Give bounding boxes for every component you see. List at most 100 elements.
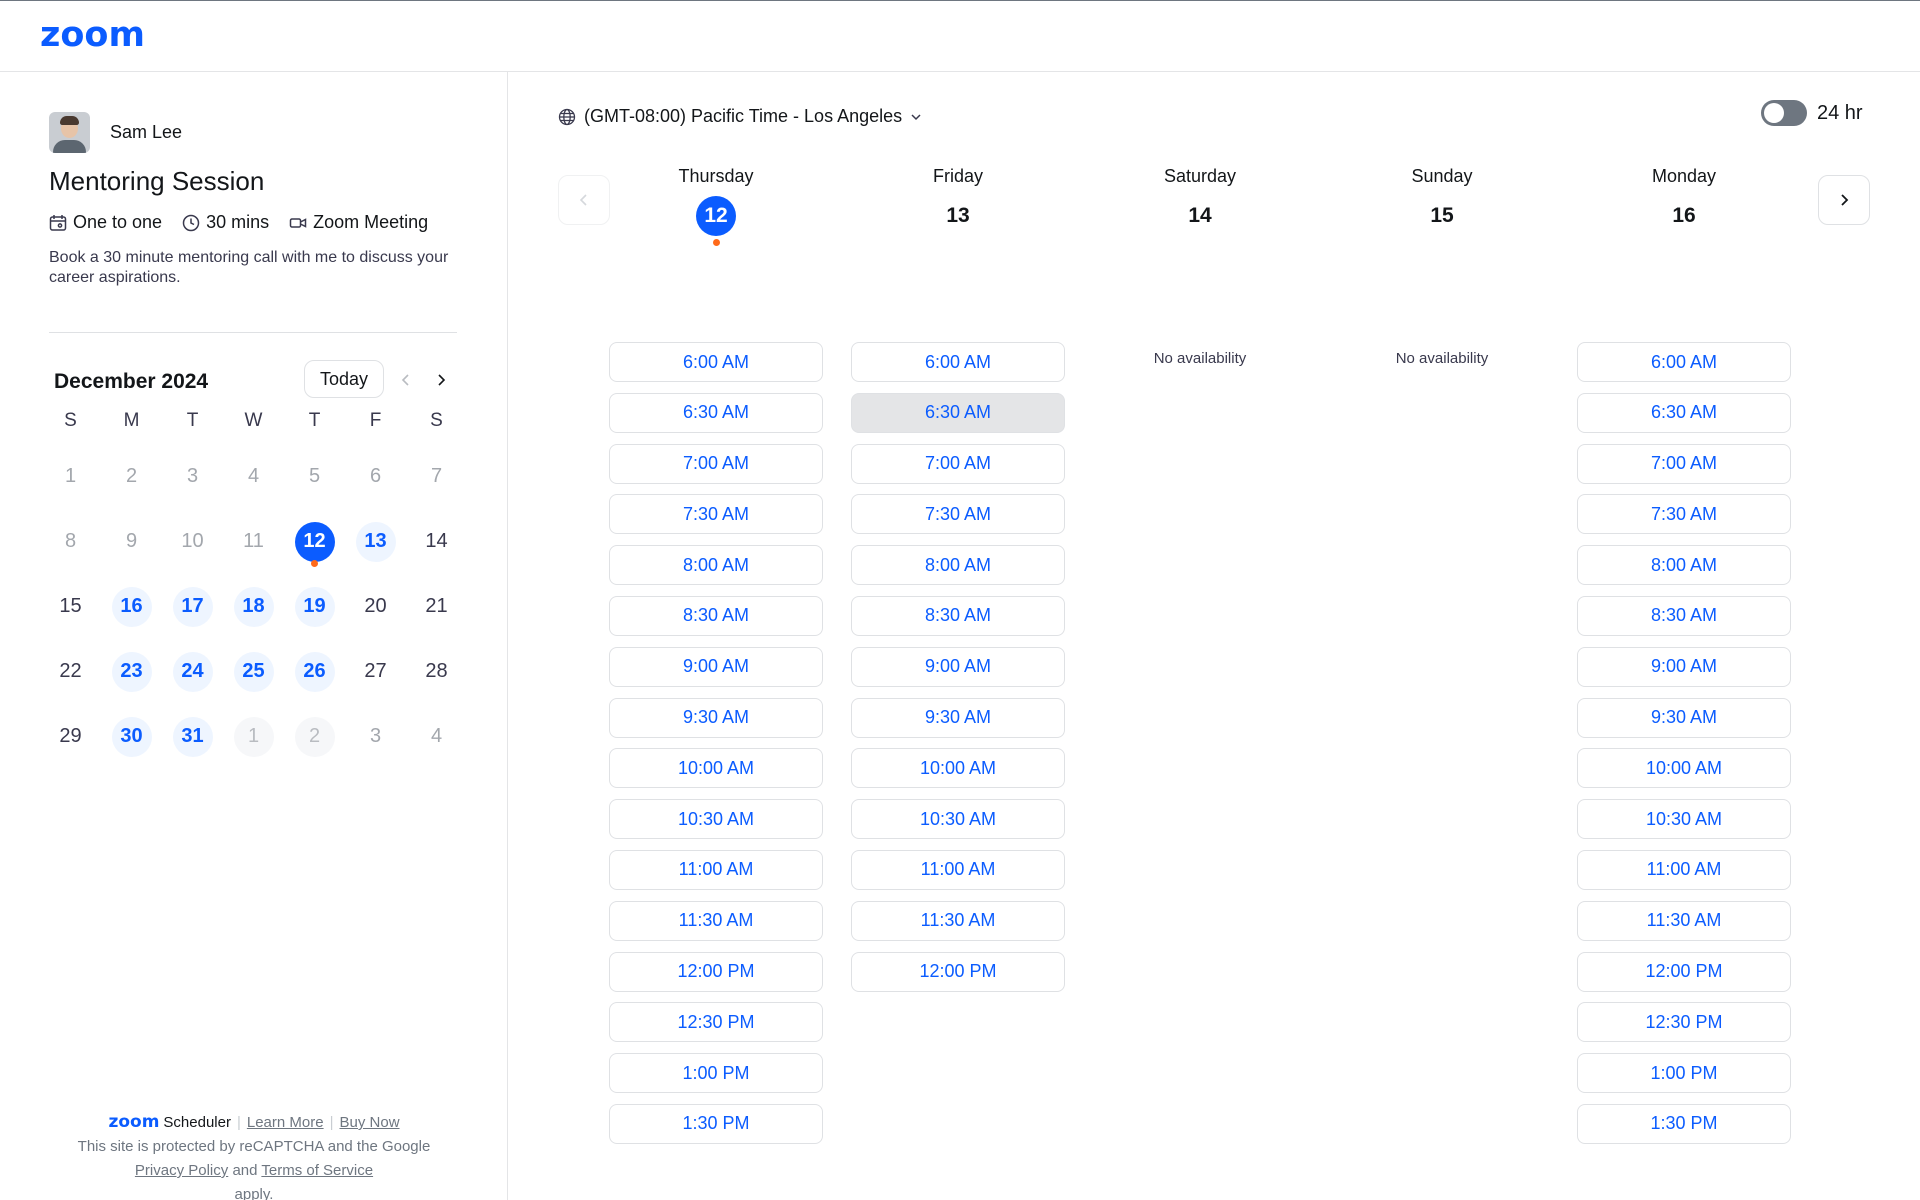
time-slot-button[interactable]: 7:00 AM (851, 443, 1065, 484)
terms-of-service-link[interactable]: Terms of Service (261, 1162, 373, 1179)
calendar-day: 20 (345, 574, 406, 639)
time-slot-button[interactable]: 9:00 AM (1577, 646, 1791, 687)
calendar-day[interactable]: 19 (284, 574, 345, 639)
time-slot-button[interactable]: 7:30 AM (851, 494, 1065, 535)
today-button[interactable]: Today (304, 360, 384, 398)
weekday-label: W (244, 410, 263, 431)
calendar-day[interactable]: 26 (284, 639, 345, 704)
time-slot-button[interactable]: 7:30 AM (1577, 494, 1791, 535)
learn-more-link[interactable]: Learn More (247, 1111, 324, 1135)
time-slot-panel: (GMT-08:00) Pacific Time - Los Angeles 2… (509, 72, 1920, 1200)
24hr-toggle[interactable] (1761, 100, 1807, 126)
time-slot-button[interactable]: 7:00 AM (1577, 443, 1791, 484)
time-slot-button[interactable]: 7:30 AM (609, 494, 823, 535)
next-days-button[interactable] (1818, 175, 1870, 225)
time-slot-button[interactable]: 1:30 PM (609, 1103, 823, 1144)
calendar-day-label: 29 (59, 725, 82, 747)
time-slot-button[interactable]: 6:30 AM (1577, 392, 1791, 433)
and-text: and (232, 1162, 258, 1179)
time-slot-button[interactable]: 11:30 AM (609, 900, 823, 941)
time-slot-button[interactable]: 8:30 AM (851, 595, 1065, 636)
day-name: Sunday (1411, 166, 1473, 186)
time-slot-button[interactable]: 10:30 AM (609, 799, 823, 840)
calendar-day-label: 2 (294, 716, 335, 757)
time-slot-button[interactable]: 8:00 AM (851, 545, 1065, 586)
day-column-friday: Friday 13 6:00 AM 6:30 AM 7:00 AM 7:30 AM 8:00… (851, 166, 1065, 992)
time-slot-button[interactable]: 6:30 AM (609, 392, 823, 433)
time-slot-button[interactable]: 10:00 AM (851, 748, 1065, 789)
time-slot-button[interactable]: 12:00 PM (851, 951, 1065, 992)
calendar-day-label: 3 (369, 725, 382, 747)
time-slot-button[interactable]: 11:00 AM (1577, 849, 1791, 890)
calendar-day[interactable]: 24 (162, 639, 223, 704)
time-slot-button[interactable]: 1:00 PM (1577, 1053, 1791, 1094)
today-indicator-dot (712, 239, 720, 246)
time-slot-button[interactable]: 9:00 AM (851, 646, 1065, 687)
time-slot-button[interactable]: 12:30 PM (1577, 1002, 1791, 1043)
time-slot-button[interactable]: 6:00 AM (851, 342, 1065, 382)
time-slot-button[interactable]: 8:00 AM (609, 545, 823, 586)
event-title: Mentoring Session (49, 166, 265, 196)
calendar-day[interactable]: 30 (101, 704, 162, 769)
time-slot-button[interactable]: 8:30 AM (1577, 595, 1791, 636)
globe-icon (558, 108, 576, 125)
calendar-day[interactable]: 25 (223, 639, 284, 704)
zoom-logo[interactable]: zoom (40, 15, 145, 55)
time-slot-button[interactable]: 9:30 AM (609, 697, 823, 738)
time-slot-button[interactable]: 9:30 AM (1577, 697, 1791, 738)
prev-days-button[interactable] (558, 175, 610, 225)
time-slot-button[interactable]: 8:00 AM (1577, 545, 1791, 586)
calendar-day: 10 (162, 509, 223, 574)
calendar-day-label: 18 (233, 586, 274, 627)
next-month-button[interactable] (429, 368, 453, 392)
calendar-day[interactable]: 23 (101, 639, 162, 704)
time-slot-button[interactable]: 10:00 AM (609, 748, 823, 789)
event-description: Book a 30 minute mentoring call with me … (49, 249, 449, 286)
calendar-day[interactable]: 17 (162, 574, 223, 639)
time-slot-button[interactable]: 11:00 AM (851, 849, 1065, 890)
time-slot-list: 6:00 AM 6:30 AM 7:00 AM 7:30 AM 8:00 AM 8:30 … (609, 342, 823, 1155)
day-name: Thursday (678, 166, 754, 186)
time-slot-button[interactable]: 12:00 PM (609, 951, 823, 992)
calendar-day-label: 9 (125, 530, 138, 552)
time-slot-button[interactable]: 6:00 AM (609, 342, 823, 382)
time-slot-button[interactable]: 11:00 AM (609, 849, 823, 890)
time-slot-button[interactable]: 1:00 PM (609, 1053, 823, 1094)
weekday-header: S M T W T F S (40, 410, 468, 432)
time-slot-button[interactable]: 10:30 AM (851, 799, 1065, 840)
time-slot-button[interactable]: 9:00 AM (609, 646, 823, 687)
time-slot-button[interactable]: 12:00 PM (1577, 951, 1791, 992)
time-slot-button[interactable]: 8:30 AM (609, 595, 823, 636)
calendar-day[interactable]: 31 (162, 704, 223, 769)
calendar-day-label: 1 (64, 465, 77, 487)
calendar-day: 14 (406, 509, 467, 574)
calendar-day[interactable]: 12 (284, 509, 345, 574)
day-column-thursday: Thursday 12 6:00 AM 6:30 AM 7:00 AM 7:30 AM 8:… (609, 166, 823, 1144)
day-column-header: Friday 13 (851, 166, 1065, 236)
time-slot-button[interactable]: 11:30 AM (851, 900, 1065, 941)
time-slot-button[interactable]: 6:00 AM (1577, 342, 1791, 382)
time-slot-button[interactable]: 10:30 AM (1577, 799, 1791, 840)
event-duration-label: 30 mins (206, 212, 270, 232)
calendar-day: 5 (284, 444, 345, 509)
time-slot-button[interactable]: 12:30 PM (609, 1002, 823, 1043)
privacy-policy-link[interactable]: Privacy Policy (135, 1162, 228, 1179)
calendar-day[interactable]: 18 (223, 574, 284, 639)
calendar-month: December 2024 (54, 370, 209, 393)
calendar-day-label: 17 (172, 586, 213, 627)
day-name: Monday (1651, 166, 1717, 186)
time-slot-button[interactable]: 7:00 AM (609, 443, 823, 484)
buy-now-link[interactable]: Buy Now (340, 1111, 400, 1135)
calendar-grid: 1 2 3 4 5 6 7 8 9 10 11 12 13 14 15 16 17 18 19 20 21 22 23 24 2… (40, 444, 468, 769)
prev-month-button[interactable] (394, 368, 418, 392)
calendar-day-label: 15 (59, 595, 82, 617)
time-slot-button[interactable]: 1:30 PM (1577, 1103, 1791, 1144)
time-slot-button[interactable]: 10:00 AM (1577, 748, 1791, 789)
time-slot-button[interactable]: 9:30 AM (851, 697, 1065, 738)
time-slot-button[interactable]: 6:30 AM (851, 392, 1065, 433)
calendar-day[interactable]: 16 (101, 574, 162, 639)
video-camera-icon (289, 217, 307, 228)
timezone-selector[interactable]: (GMT-08:00) Pacific Time - Los Angeles (558, 106, 922, 127)
calendar-day[interactable]: 13 (345, 509, 406, 574)
time-slot-button[interactable]: 11:30 AM (1577, 900, 1791, 941)
